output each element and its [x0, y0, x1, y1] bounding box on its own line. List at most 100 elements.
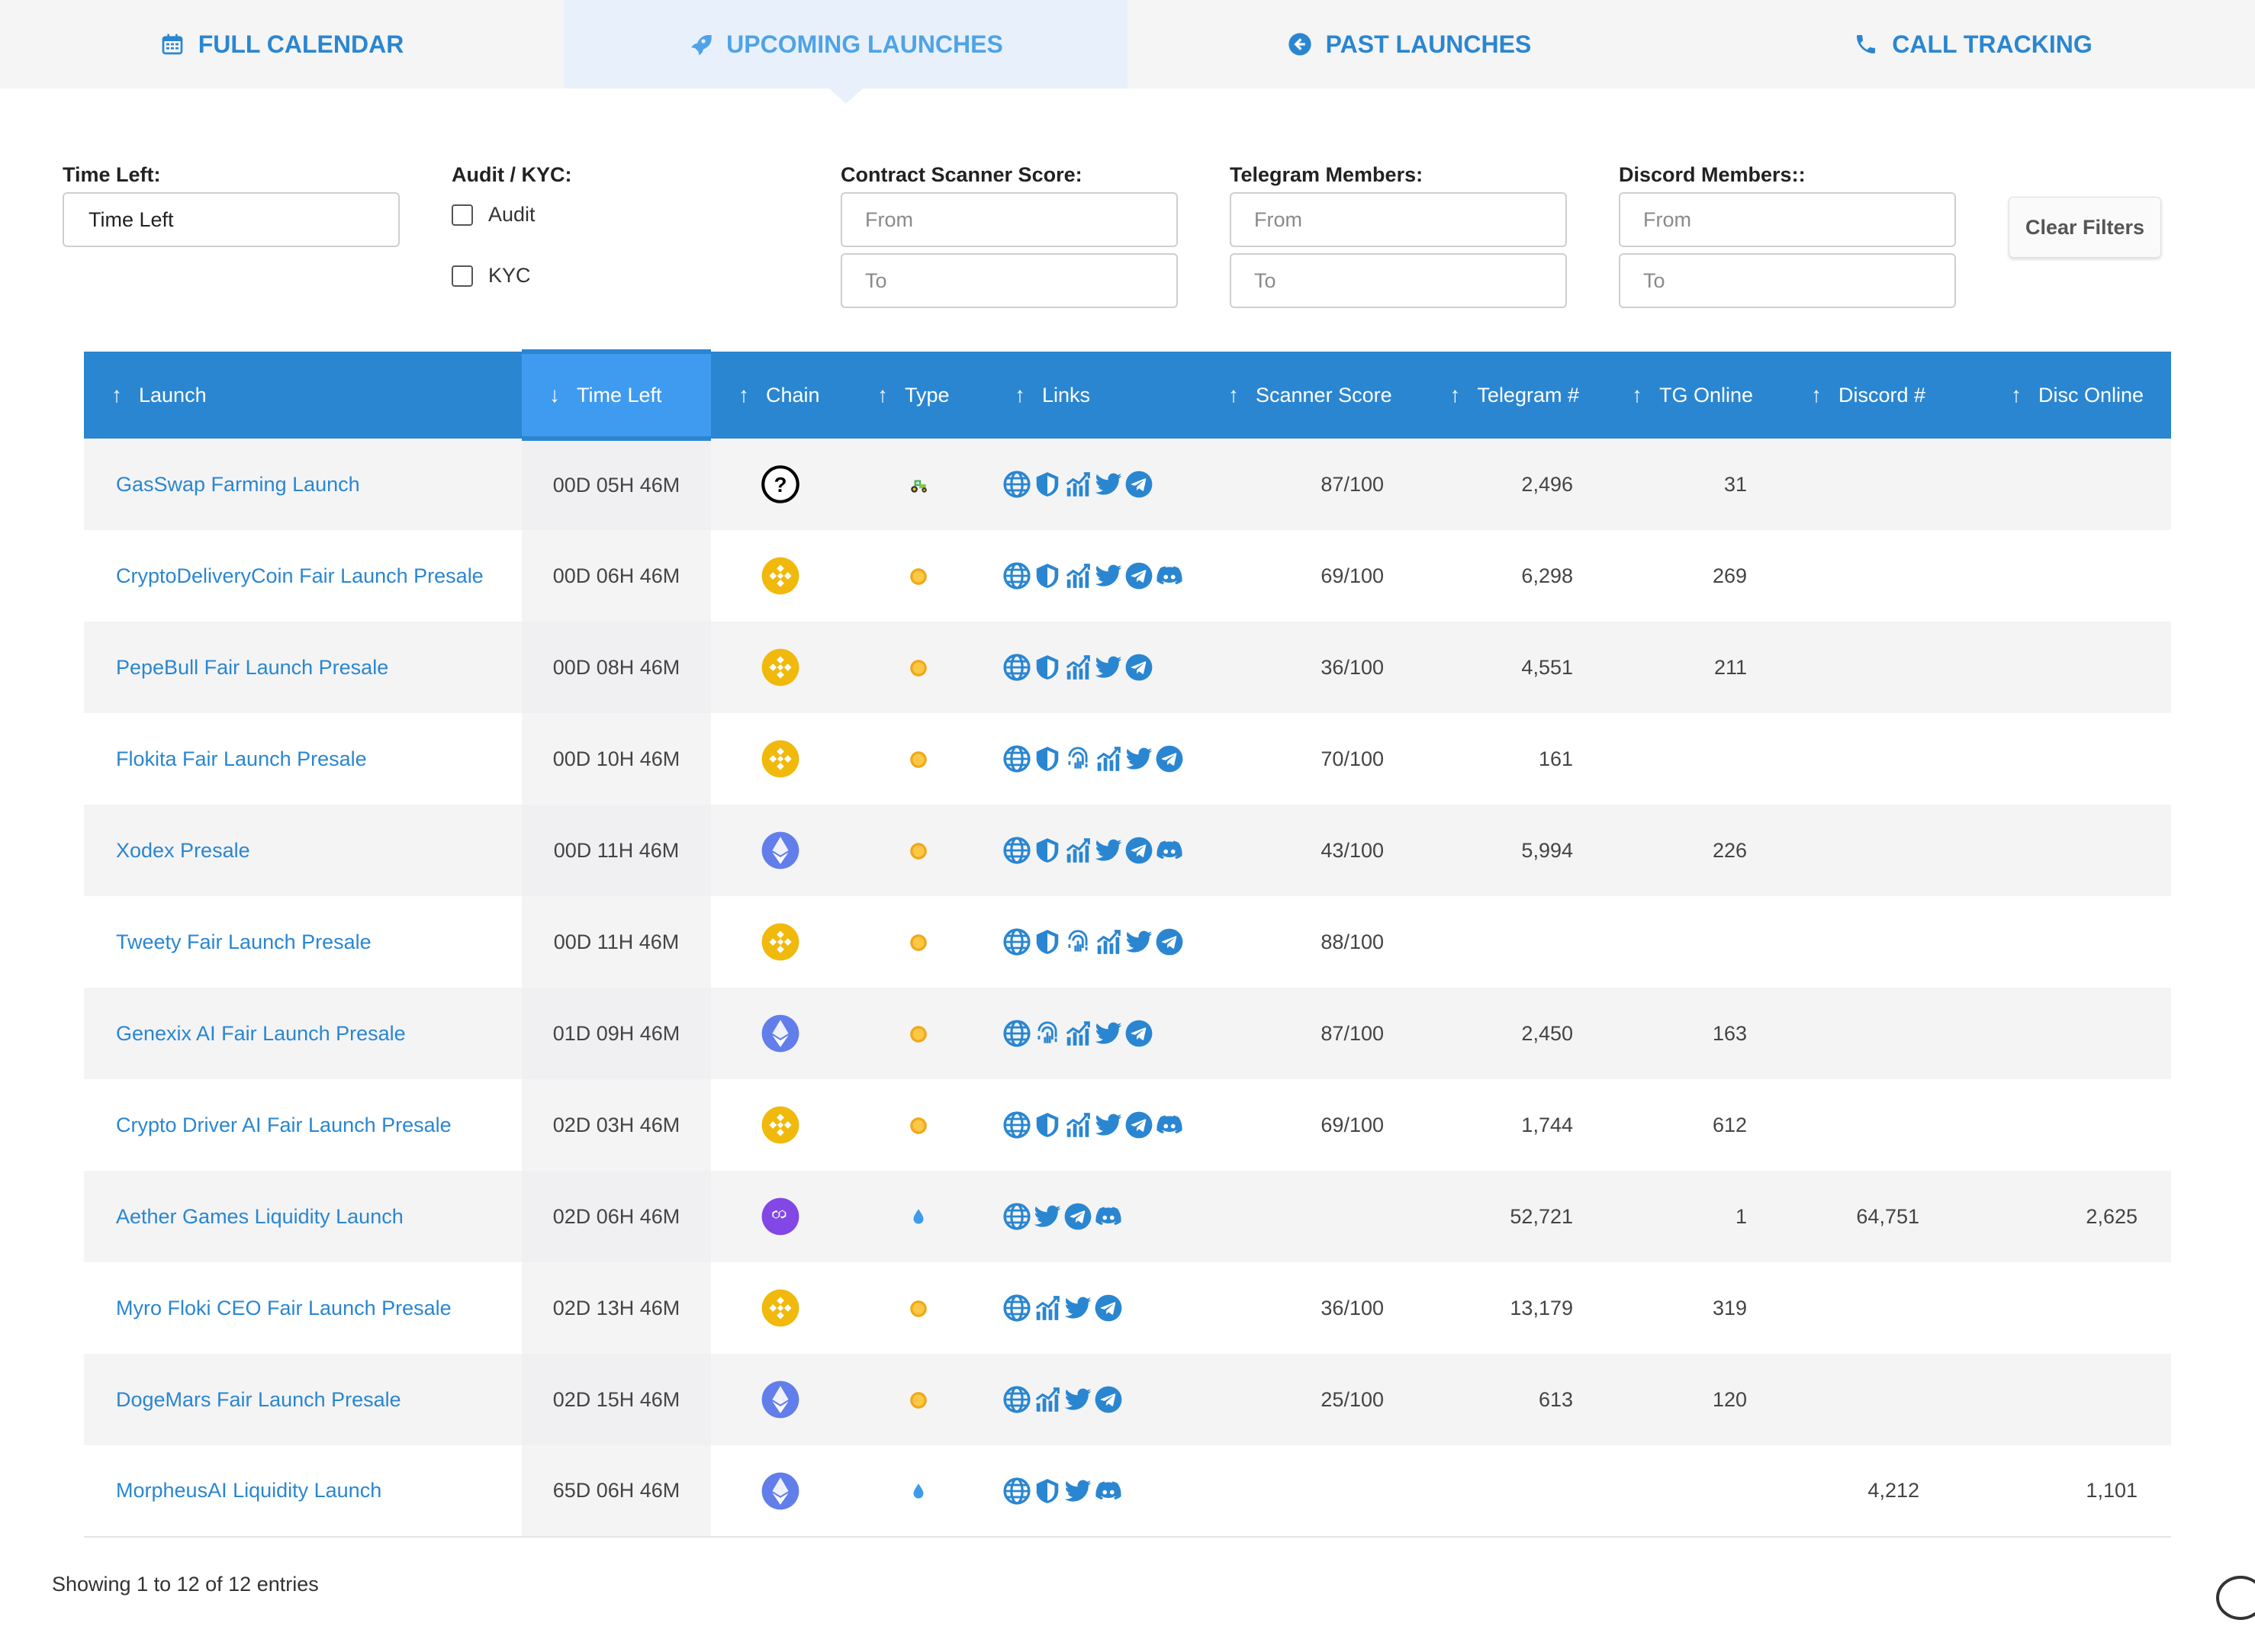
globe-icon[interactable] — [1002, 1477, 1031, 1506]
scanner-score-from-input[interactable] — [841, 192, 1178, 247]
chart-icon[interactable] — [1033, 1294, 1062, 1323]
fingerprint-icon[interactable] — [1063, 927, 1092, 956]
kyc-checkbox[interactable] — [452, 265, 473, 287]
telegram-icon[interactable] — [1124, 836, 1153, 865]
launch-name-link[interactable]: Crypto Driver AI Fair Launch Presale — [84, 1079, 522, 1171]
col-launch-header[interactable]: ↑ Launch — [84, 352, 522, 439]
globe-icon[interactable] — [1002, 836, 1031, 865]
discord-icon[interactable] — [1094, 1477, 1123, 1506]
col-type-header[interactable]: ↑ Type — [850, 352, 987, 439]
kyc-checkbox-row[interactable]: KYC — [452, 264, 531, 288]
launch-name-link[interactable]: PepeBull Fair Launch Presale — [84, 622, 522, 713]
twitter-icon[interactable] — [1063, 1294, 1092, 1323]
launch-name-link[interactable]: CryptoDeliveryCoin Fair Launch Presale — [84, 530, 522, 622]
shield-icon[interactable] — [1033, 744, 1062, 773]
table-row[interactable]: Xodex Presale 00D 11H 46M 43/100 5,994 226 — [84, 805, 2171, 896]
discord-icon[interactable] — [1094, 1202, 1123, 1231]
launch-name-link[interactable]: DogeMars Fair Launch Presale — [84, 1354, 522, 1445]
table-row[interactable]: Aether Games Liquidity Launch 02D 06H 46M… — [84, 1171, 2171, 1262]
shield-icon[interactable] — [1033, 836, 1062, 865]
twitter-icon[interactable] — [1063, 1385, 1092, 1414]
twitter-icon[interactable] — [1124, 927, 1153, 956]
twitter-icon[interactable] — [1094, 836, 1123, 865]
audit-checkbox[interactable] — [452, 204, 473, 226]
globe-icon[interactable] — [1002, 1385, 1031, 1414]
chart-icon[interactable] — [1063, 836, 1092, 865]
twitter-icon[interactable] — [1094, 561, 1123, 590]
col-tg-online-header[interactable]: ↑ TG Online — [1607, 352, 1781, 439]
globe-icon[interactable] — [1002, 561, 1031, 590]
telegram-icon[interactable] — [1124, 1019, 1153, 1048]
globe-icon[interactable] — [1002, 653, 1031, 682]
table-row[interactable]: Genexix AI Fair Launch Presale 01D 09H 46… — [84, 988, 2171, 1079]
discord-members-to-input[interactable] — [1619, 253, 1956, 308]
telegram-icon[interactable] — [1063, 1202, 1092, 1231]
shield-icon[interactable] — [1033, 470, 1062, 499]
twitter-icon[interactable] — [1094, 1019, 1123, 1048]
col-telegram-header[interactable]: ↑ Telegram # — [1417, 352, 1607, 439]
discord-icon[interactable] — [1155, 561, 1184, 590]
table-row[interactable]: GasSwap Farming Launch 00D 05H 46M? 87/100… — [84, 439, 2171, 530]
fingerprint-icon[interactable] — [1033, 1019, 1062, 1048]
col-time-left-header[interactable]: ↓ Time Left — [522, 349, 711, 441]
table-row[interactable]: Flokita Fair Launch Presale 00D 10H 46M 70… — [84, 713, 2171, 805]
table-row[interactable]: MorpheusAI Liquidity Launch 65D 06H 46M 4,… — [84, 1445, 2171, 1538]
table-row[interactable]: Myro Floki CEO Fair Launch Presale 02D 13… — [84, 1262, 2171, 1354]
telegram-icon[interactable] — [1124, 470, 1153, 499]
twitter-icon[interactable] — [1094, 1110, 1123, 1139]
globe-icon[interactable] — [1002, 927, 1031, 956]
col-discord-header[interactable]: ↑ Discord # — [1781, 352, 1953, 439]
telegram-icon[interactable] — [1094, 1294, 1123, 1323]
launch-name-link[interactable]: Xodex Presale — [84, 805, 522, 896]
shield-icon[interactable] — [1033, 1110, 1062, 1139]
launch-name-link[interactable]: MorpheusAI Liquidity Launch — [84, 1445, 522, 1538]
twitter-icon[interactable] — [1094, 470, 1123, 499]
chart-icon[interactable] — [1063, 1110, 1092, 1139]
telegram-icon[interactable] — [1124, 561, 1153, 590]
discord-icon[interactable] — [1155, 1110, 1184, 1139]
chart-icon[interactable] — [1063, 1019, 1092, 1048]
chart-icon[interactable] — [1033, 1385, 1062, 1414]
discord-members-from-input[interactable] — [1619, 192, 1956, 247]
launch-name-link[interactable]: Tweety Fair Launch Presale — [84, 896, 522, 988]
twitter-icon[interactable] — [1094, 653, 1123, 682]
globe-icon[interactable] — [1002, 1294, 1031, 1323]
col-chain-header[interactable]: ↑ Chain — [711, 352, 850, 439]
table-row[interactable]: DogeMars Fair Launch Presale 02D 15H 46M 2… — [84, 1354, 2171, 1445]
shield-icon[interactable] — [1033, 561, 1062, 590]
chart-icon[interactable] — [1063, 561, 1092, 590]
telegram-icon[interactable] — [1155, 927, 1184, 956]
globe-icon[interactable] — [1002, 1202, 1031, 1231]
globe-icon[interactable] — [1002, 470, 1031, 499]
telegram-members-from-input[interactable] — [1230, 192, 1567, 247]
audit-checkbox-row[interactable]: Audit — [452, 203, 536, 227]
launch-name-link[interactable]: Genexix AI Fair Launch Presale — [84, 988, 522, 1079]
col-disc-online-header[interactable]: ↑ Disc Online — [1953, 352, 2171, 439]
tab-past-launches[interactable]: PAST LAUNCHES — [1128, 0, 1691, 88]
twitter-icon[interactable] — [1063, 1477, 1092, 1506]
shield-icon[interactable] — [1033, 1477, 1062, 1506]
telegram-icon[interactable] — [1094, 1385, 1123, 1414]
telegram-members-to-input[interactable] — [1230, 253, 1567, 308]
launch-name-link[interactable]: GasSwap Farming Launch — [84, 439, 522, 530]
tab-upcoming-launches[interactable]: UPCOMING LAUNCHES — [564, 0, 1128, 88]
shield-icon[interactable] — [1033, 653, 1062, 682]
globe-icon[interactable] — [1002, 1110, 1031, 1139]
globe-icon[interactable] — [1002, 1019, 1031, 1048]
chart-icon[interactable] — [1094, 744, 1123, 773]
launch-name-link[interactable]: Myro Floki CEO Fair Launch Presale — [84, 1262, 522, 1354]
tab-full-calendar[interactable]: FULL CALENDAR — [0, 0, 564, 88]
chat-widget-button[interactable] — [2216, 1576, 2255, 1620]
col-links-header[interactable]: ↑ Links — [987, 352, 1228, 439]
table-row[interactable]: Crypto Driver AI Fair Launch Presale 02D … — [84, 1079, 2171, 1171]
telegram-icon[interactable] — [1124, 1110, 1153, 1139]
telegram-icon[interactable] — [1124, 653, 1153, 682]
twitter-icon[interactable] — [1033, 1202, 1062, 1231]
chart-icon[interactable] — [1063, 470, 1092, 499]
twitter-icon[interactable] — [1124, 744, 1153, 773]
launch-name-link[interactable]: Flokita Fair Launch Presale — [84, 713, 522, 805]
table-row[interactable]: PepeBull Fair Launch Presale 00D 08H 46M 3… — [84, 622, 2171, 713]
globe-icon[interactable] — [1002, 744, 1031, 773]
scanner-score-to-input[interactable] — [841, 253, 1178, 308]
launch-name-link[interactable]: Aether Games Liquidity Launch — [84, 1171, 522, 1262]
